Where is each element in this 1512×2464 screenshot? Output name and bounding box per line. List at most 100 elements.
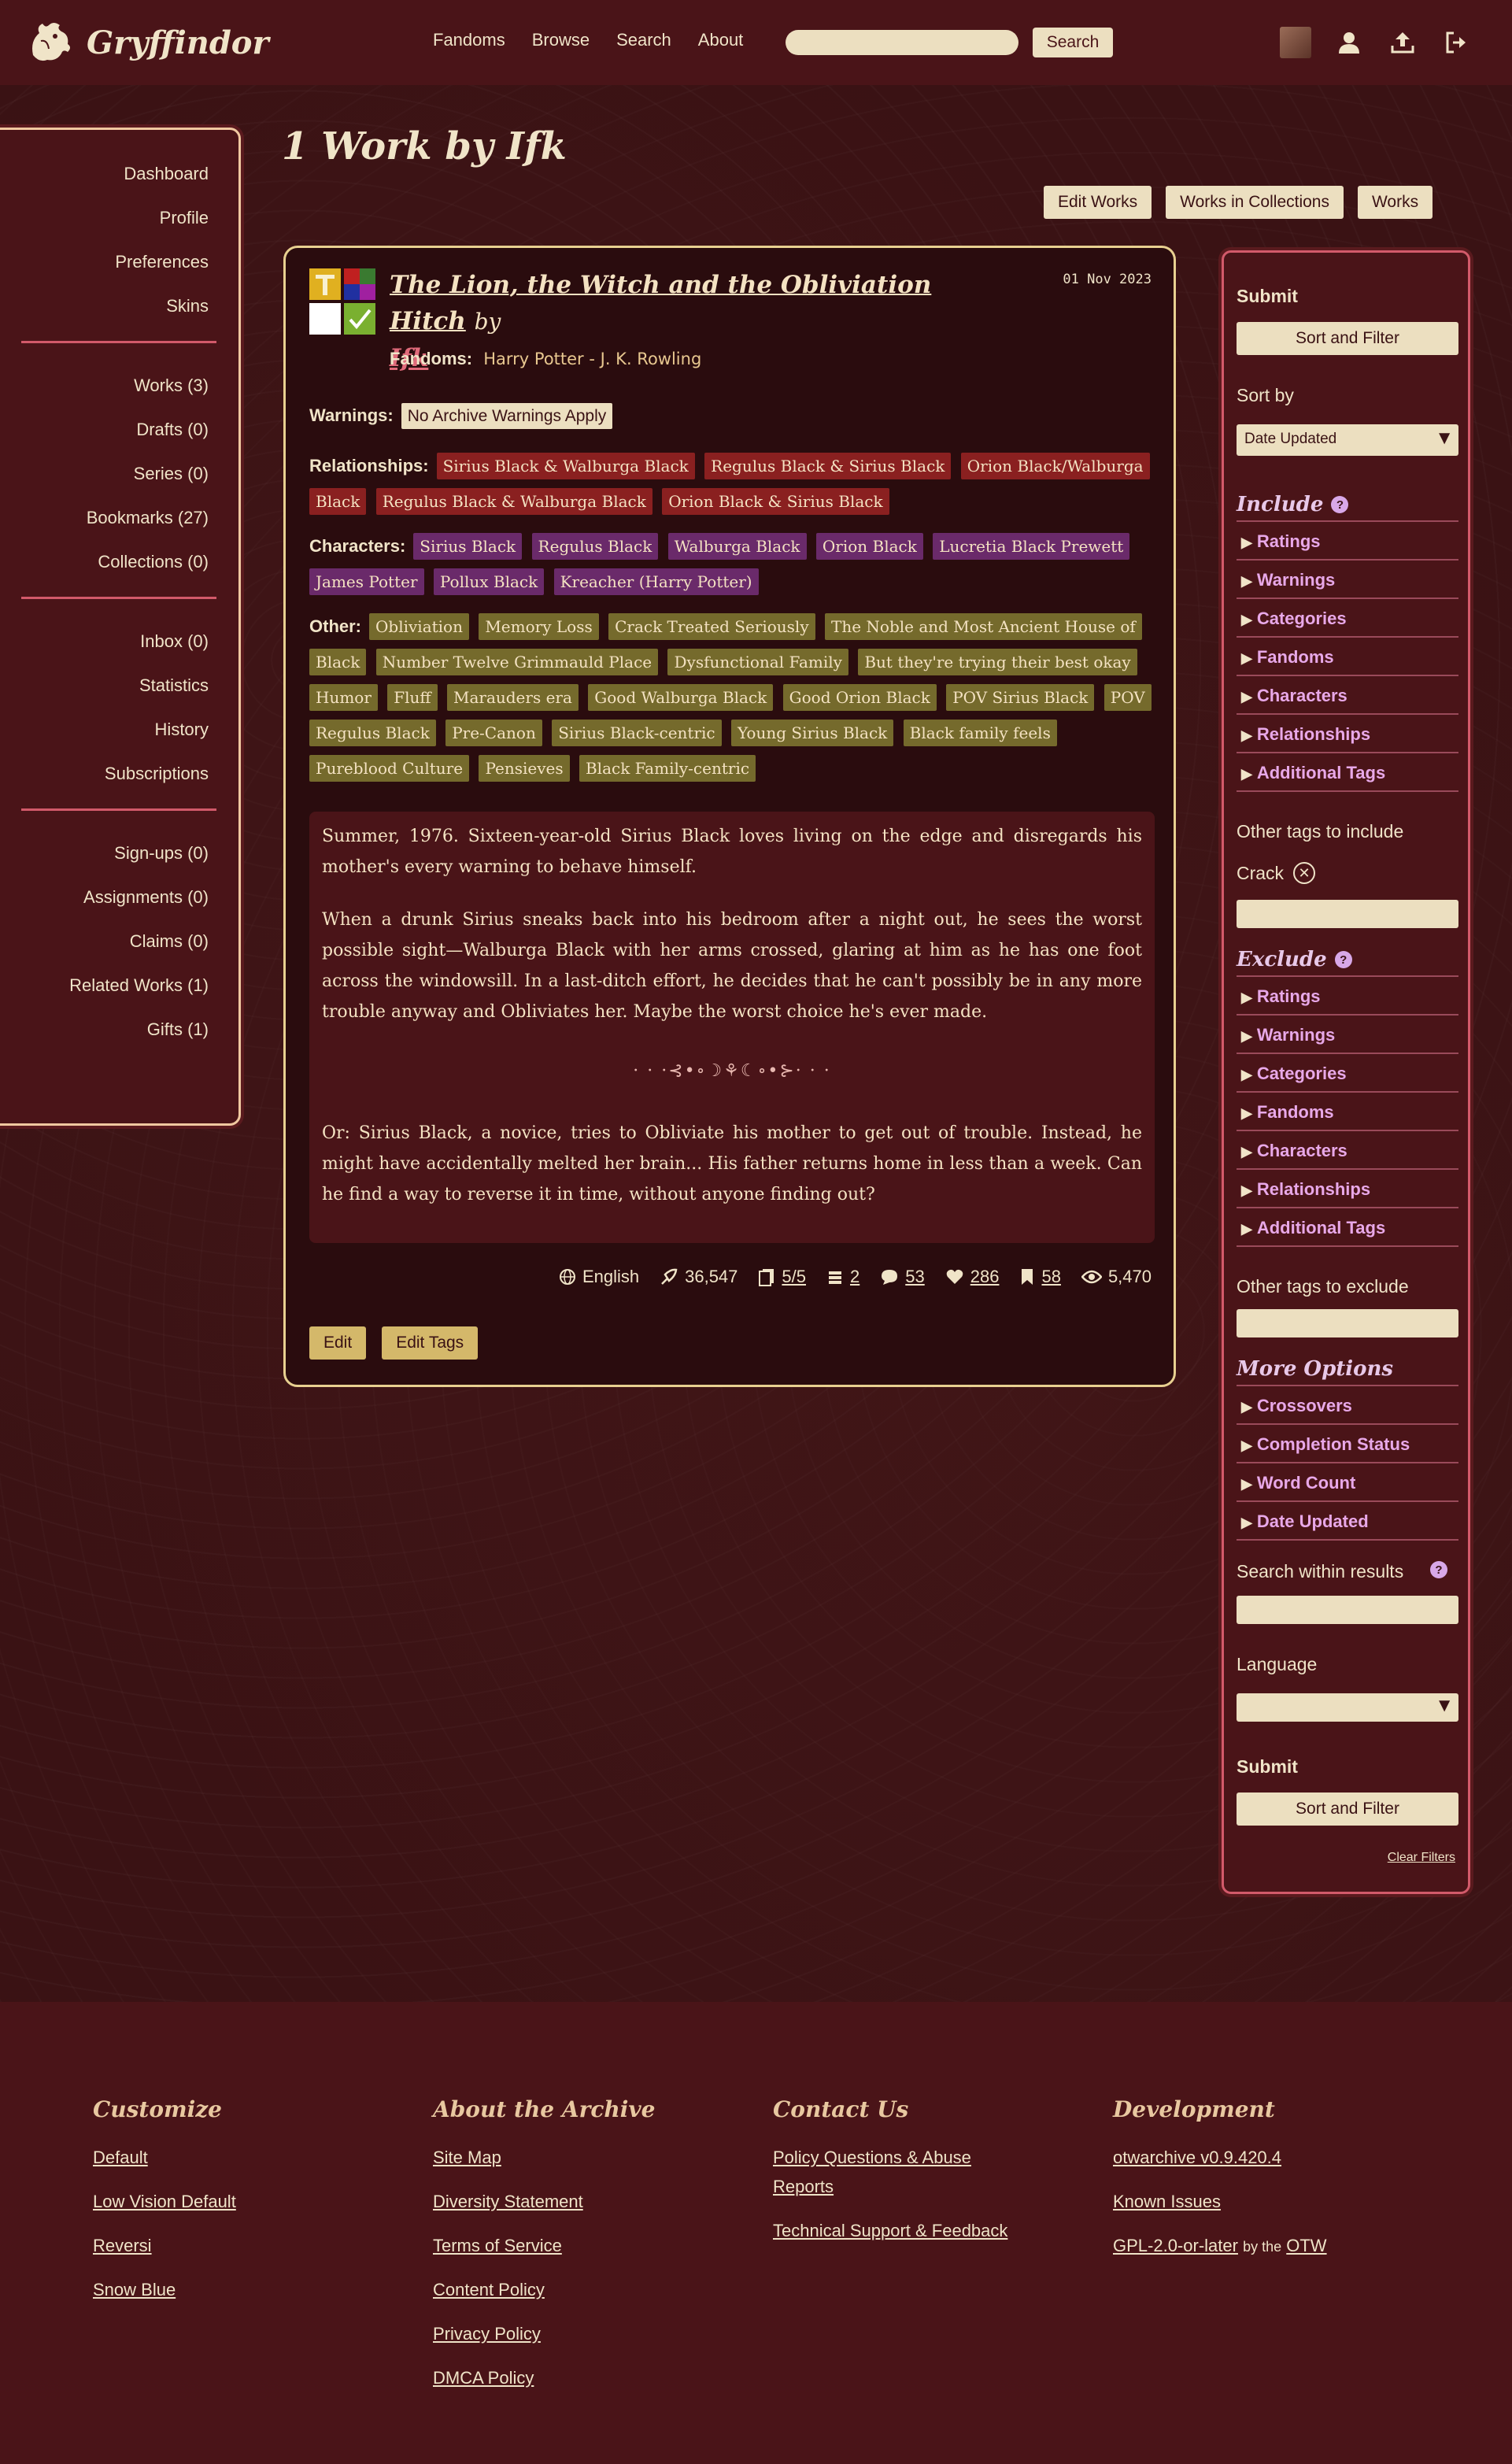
exclude-categories[interactable]: ▶ Categories <box>1237 1054 1458 1093</box>
footer-link[interactable]: Terms of Service <box>433 2231 732 2260</box>
dashboard-link-statistics[interactable]: Statistics <box>13 664 209 708</box>
dashboard-link-profile[interactable]: Profile <box>13 196 209 240</box>
freeform-tag[interactable]: Pureblood Culture <box>309 755 470 782</box>
help-icon[interactable]: ? <box>1334 951 1352 968</box>
dashboard-link-gifts[interactable]: Gifts (1) <box>13 1008 209 1052</box>
include-additional-tags[interactable]: ▶ Additional Tags <box>1237 753 1458 792</box>
footer-link[interactable]: GPL-2.0-or-later <box>1113 2236 1238 2255</box>
exclude-characters[interactable]: ▶ Characters <box>1237 1131 1458 1170</box>
language-select[interactable]: ▼ <box>1237 1693 1458 1722</box>
character-tag[interactable]: Lucretia Black Prewett <box>933 533 1130 560</box>
comments-value[interactable]: 53 <box>905 1267 924 1287</box>
freeform-tag[interactable]: Marauders era <box>446 684 579 711</box>
freeform-tag[interactable]: Humor <box>309 684 378 711</box>
works-in-collections-button[interactable]: Works in Collections <box>1166 186 1344 219</box>
freeform-tag[interactable]: Crack Treated Seriously <box>608 613 815 640</box>
more-word-count[interactable]: ▶ Word Count <box>1237 1463 1458 1502</box>
include-relationships[interactable]: ▶ Relationships <box>1237 715 1458 753</box>
footer-link[interactable]: OTW <box>1286 2236 1326 2255</box>
sort-and-filter-button[interactable]: Sort and Filter <box>1237 322 1458 355</box>
freeform-tag[interactable]: Obliviation <box>369 613 469 640</box>
nav-search[interactable]: Search <box>616 30 671 50</box>
character-tag[interactable]: James Potter <box>309 568 424 595</box>
footer-link[interactable]: otwarchive v0.9.420.4 <box>1113 2143 1412 2172</box>
collections-value[interactable]: 2 <box>850 1267 860 1287</box>
character-tag[interactable]: Regulus Black <box>531 533 659 560</box>
exclude-warnings[interactable]: ▶ Warnings <box>1237 1016 1458 1054</box>
dashboard-link-preferences[interactable]: Preferences <box>13 240 209 284</box>
search-input[interactable] <box>786 30 1018 55</box>
freeform-tag[interactable]: Black family feels <box>903 720 1057 746</box>
dashboard-link-dashboard[interactable]: Dashboard <box>13 152 209 196</box>
include-ratings[interactable]: ▶ Ratings <box>1237 522 1458 561</box>
include-categories[interactable]: ▶ Categories <box>1237 599 1458 638</box>
character-tag[interactable]: Orion Black <box>815 533 923 560</box>
footer-link[interactable]: Privacy Policy <box>433 2319 732 2348</box>
sort-by-select[interactable]: Date Updated ▼ <box>1237 424 1458 456</box>
chapters-value[interactable]: 5/5 <box>782 1267 806 1287</box>
freeform-tag[interactable]: Pre-Canon <box>445 720 542 746</box>
footer-link[interactable]: Technical Support & Feedback <box>773 2216 1033 2245</box>
include-warnings[interactable]: ▶ Warnings <box>1237 561 1458 599</box>
freeform-tag[interactable]: Sirius Black-centric <box>552 720 722 746</box>
relationship-tag[interactable]: Regulus Black & Sirius Black <box>704 453 952 479</box>
character-tag[interactable]: Sirius Black <box>413 533 523 560</box>
freeform-tag[interactable]: POV Sirius Black <box>946 684 1095 711</box>
freeform-tag[interactable]: Number Twelve Grimmauld Place <box>375 649 659 675</box>
dashboard-link-signups[interactable]: Sign-ups (0) <box>13 831 209 875</box>
exclude-additional-tags[interactable]: ▶ Additional Tags <box>1237 1208 1458 1247</box>
more-completion-status[interactable]: ▶ Completion Status <box>1237 1425 1458 1463</box>
freeform-tag[interactable]: But they're trying their best okay <box>858 649 1137 675</box>
nav-fandoms[interactable]: Fandoms <box>433 30 505 50</box>
more-date-updated[interactable]: ▶ Date Updated <box>1237 1502 1458 1541</box>
help-icon[interactable]: ? <box>1430 1561 1447 1578</box>
dashboard-link-claims[interactable]: Claims (0) <box>13 919 209 964</box>
dashboard-link-inbox[interactable]: Inbox (0) <box>13 620 209 664</box>
clear-filters-link[interactable]: Clear Filters <box>1388 1851 1455 1865</box>
footer-link[interactable]: Policy Questions & Abuse Reports <box>773 2143 1033 2201</box>
search-within-input[interactable] <box>1237 1596 1458 1624</box>
dashboard-link-drafts[interactable]: Drafts (0) <box>13 408 209 452</box>
footer-link[interactable]: Reversi <box>93 2231 392 2260</box>
edit-works-button[interactable]: Edit Works <box>1044 186 1152 219</box>
footer-link[interactable]: Known Issues <box>1113 2187 1412 2216</box>
footer-link[interactable]: Site Map <box>433 2143 732 2172</box>
logout-icon[interactable] <box>1440 27 1472 58</box>
footer-link[interactable]: Content Policy <box>433 2275 732 2304</box>
include-fandoms[interactable]: ▶ Fandoms <box>1237 638 1458 676</box>
edit-tags-button[interactable]: Edit Tags <box>382 1326 479 1360</box>
exclude-ratings[interactable]: ▶ Ratings <box>1237 977 1458 1016</box>
upload-icon[interactable] <box>1387 27 1418 58</box>
footer-link[interactable]: Diversity Statement <box>433 2187 732 2216</box>
site-logo[interactable]: Gryffindor <box>25 17 269 68</box>
freeform-tag[interactable]: Good Walburga Black <box>588 684 774 711</box>
freeform-tag[interactable]: Dysfunctional Family <box>667 649 848 675</box>
fandom-tag[interactable]: Harry Potter - J. K. Rowling <box>483 350 701 368</box>
character-tag[interactable]: Kreacher (Harry Potter) <box>553 568 759 595</box>
dashboard-link-assignments[interactable]: Assignments (0) <box>13 875 209 919</box>
freeform-tag[interactable]: Fluff <box>387 684 438 711</box>
work-title-link[interactable]: The Lion, the Witch and the Obliviation … <box>390 271 931 335</box>
remove-x-icon[interactable]: ✕ <box>1293 862 1316 884</box>
relationship-tag[interactable]: Sirius Black & Walburga Black <box>436 453 695 479</box>
warning-tag[interactable]: No Archive Warnings Apply <box>401 403 613 429</box>
user-icon[interactable] <box>1333 27 1365 58</box>
dashboard-link-series[interactable]: Series (0) <box>13 452 209 496</box>
nav-browse[interactable]: Browse <box>532 30 590 50</box>
freeform-tag[interactable]: Black Family-centric <box>579 755 756 782</box>
exclude-relationships[interactable]: ▶ Relationships <box>1237 1170 1458 1208</box>
dashboard-link-history[interactable]: History <box>13 708 209 752</box>
relationship-tag[interactable]: Regulus Black & Walburga Black <box>375 488 652 515</box>
include-characters[interactable]: ▶ Characters <box>1237 676 1458 715</box>
dashboard-link-works[interactable]: Works (3) <box>13 364 209 408</box>
dashboard-link-related-works[interactable]: Related Works (1) <box>13 964 209 1008</box>
dashboard-link-subscriptions[interactable]: Subscriptions <box>13 752 209 796</box>
exclude-fandoms[interactable]: ▶ Fandoms <box>1237 1093 1458 1131</box>
other-include-input[interactable] <box>1237 900 1458 928</box>
search-button[interactable]: Search <box>1033 28 1113 57</box>
dashboard-link-bookmarks[interactable]: Bookmarks (27) <box>13 496 209 540</box>
other-exclude-input[interactable] <box>1237 1309 1458 1337</box>
freeform-tag[interactable]: Memory Loss <box>479 613 599 640</box>
avatar[interactable] <box>1280 27 1311 58</box>
works-button[interactable]: Works <box>1357 186 1433 219</box>
